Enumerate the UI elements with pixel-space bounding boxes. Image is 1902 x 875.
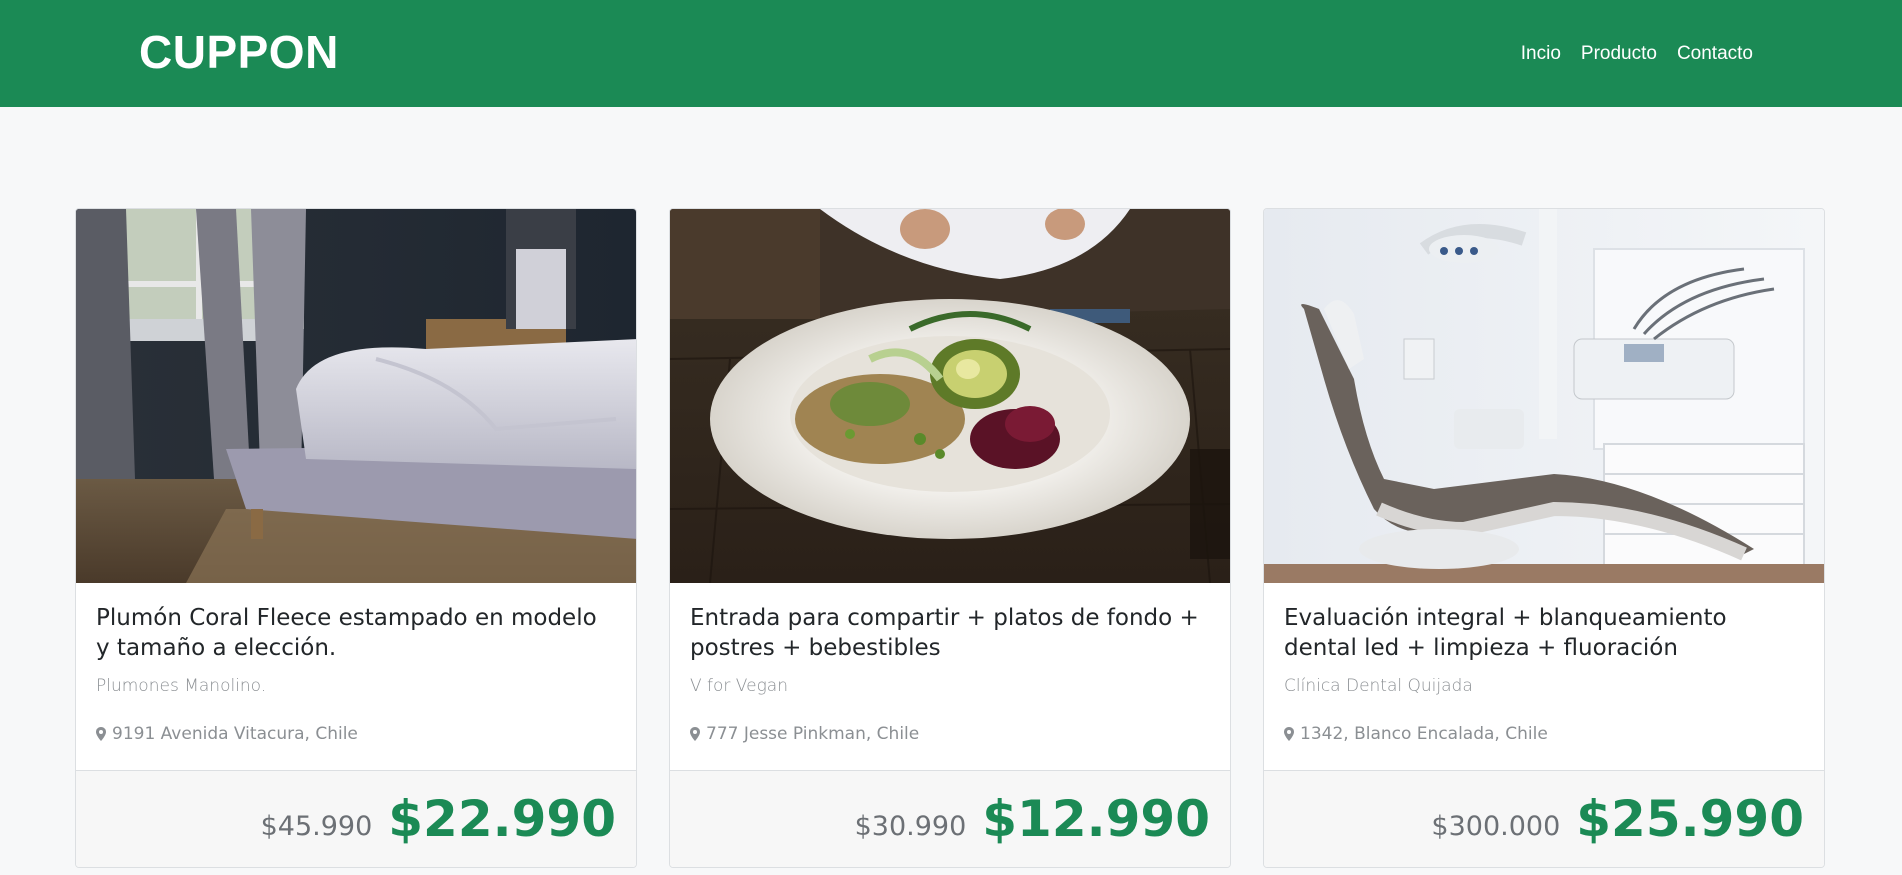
card-body: Evaluación integral + blanqueamiento den… (1264, 583, 1824, 772)
vegan-salad-plate-photo[interactable] (670, 209, 1230, 583)
card-address: 1342, Blanco Encalada, Chile (1284, 724, 1804, 744)
card-footer: $45.990 $22.990 (76, 770, 636, 867)
card-footer: $300.000 $25.990 (1264, 770, 1824, 867)
bedroom-bed-photo[interactable] (76, 209, 636, 583)
product-cards: Plumón Coral Fleece estampado en modelo … (75, 208, 1825, 868)
new-price: $12.990 (982, 790, 1210, 848)
nav-link-contacto[interactable]: Contacto (1677, 43, 1753, 65)
map-pin-icon (1284, 727, 1294, 741)
merchant-name: Plumones Manolino. (96, 676, 267, 696)
navbar: CUPPON Incio Producto Contacto (0, 0, 1902, 107)
map-pin-icon (690, 727, 700, 741)
card-body: Entrada para compartir + platos de fondo… (670, 583, 1230, 772)
new-price: $25.990 (1576, 790, 1804, 848)
card-body: Plumón Coral Fleece estampado en modelo … (76, 583, 636, 772)
merchant-name: V for Vegan (690, 676, 788, 696)
address-text: 1342, Blanco Encalada, Chile (1300, 724, 1548, 744)
product-card[interactable]: Entrada para compartir + platos de fondo… (669, 208, 1231, 868)
card-address: 9191 Avenida Vitacura, Chile (96, 724, 616, 744)
nav-link-producto[interactable]: Producto (1581, 43, 1657, 65)
address-text: 777 Jesse Pinkman, Chile (706, 724, 920, 744)
map-pin-icon (96, 727, 106, 741)
brand-logo[interactable]: CUPPON (139, 25, 339, 79)
product-card[interactable]: Evaluación integral + blanqueamiento den… (1263, 208, 1825, 868)
merchant-name: Clínica Dental Quijada (1284, 676, 1473, 696)
address-text: 9191 Avenida Vitacura, Chile (112, 724, 358, 744)
new-price: $22.990 (388, 790, 616, 848)
product-card[interactable]: Plumón Coral Fleece estampado en modelo … (75, 208, 637, 868)
card-title[interactable]: Entrada para compartir + platos de fondo… (690, 603, 1210, 663)
card-title[interactable]: Evaluación integral + blanqueamiento den… (1284, 603, 1804, 663)
card-title[interactable]: Plumón Coral Fleece estampado en modelo … (96, 603, 616, 663)
nav-link-inicio[interactable]: Incio (1521, 43, 1561, 65)
old-price: $300.000 (1431, 810, 1561, 842)
card-address: 777 Jesse Pinkman, Chile (690, 724, 1210, 744)
nav-links: Incio Producto Contacto (1521, 43, 1753, 65)
old-price: $45.990 (260, 810, 373, 842)
dental-chair-photo[interactable] (1264, 209, 1824, 583)
old-price: $30.990 (854, 810, 967, 842)
card-footer: $30.990 $12.990 (670, 770, 1230, 867)
